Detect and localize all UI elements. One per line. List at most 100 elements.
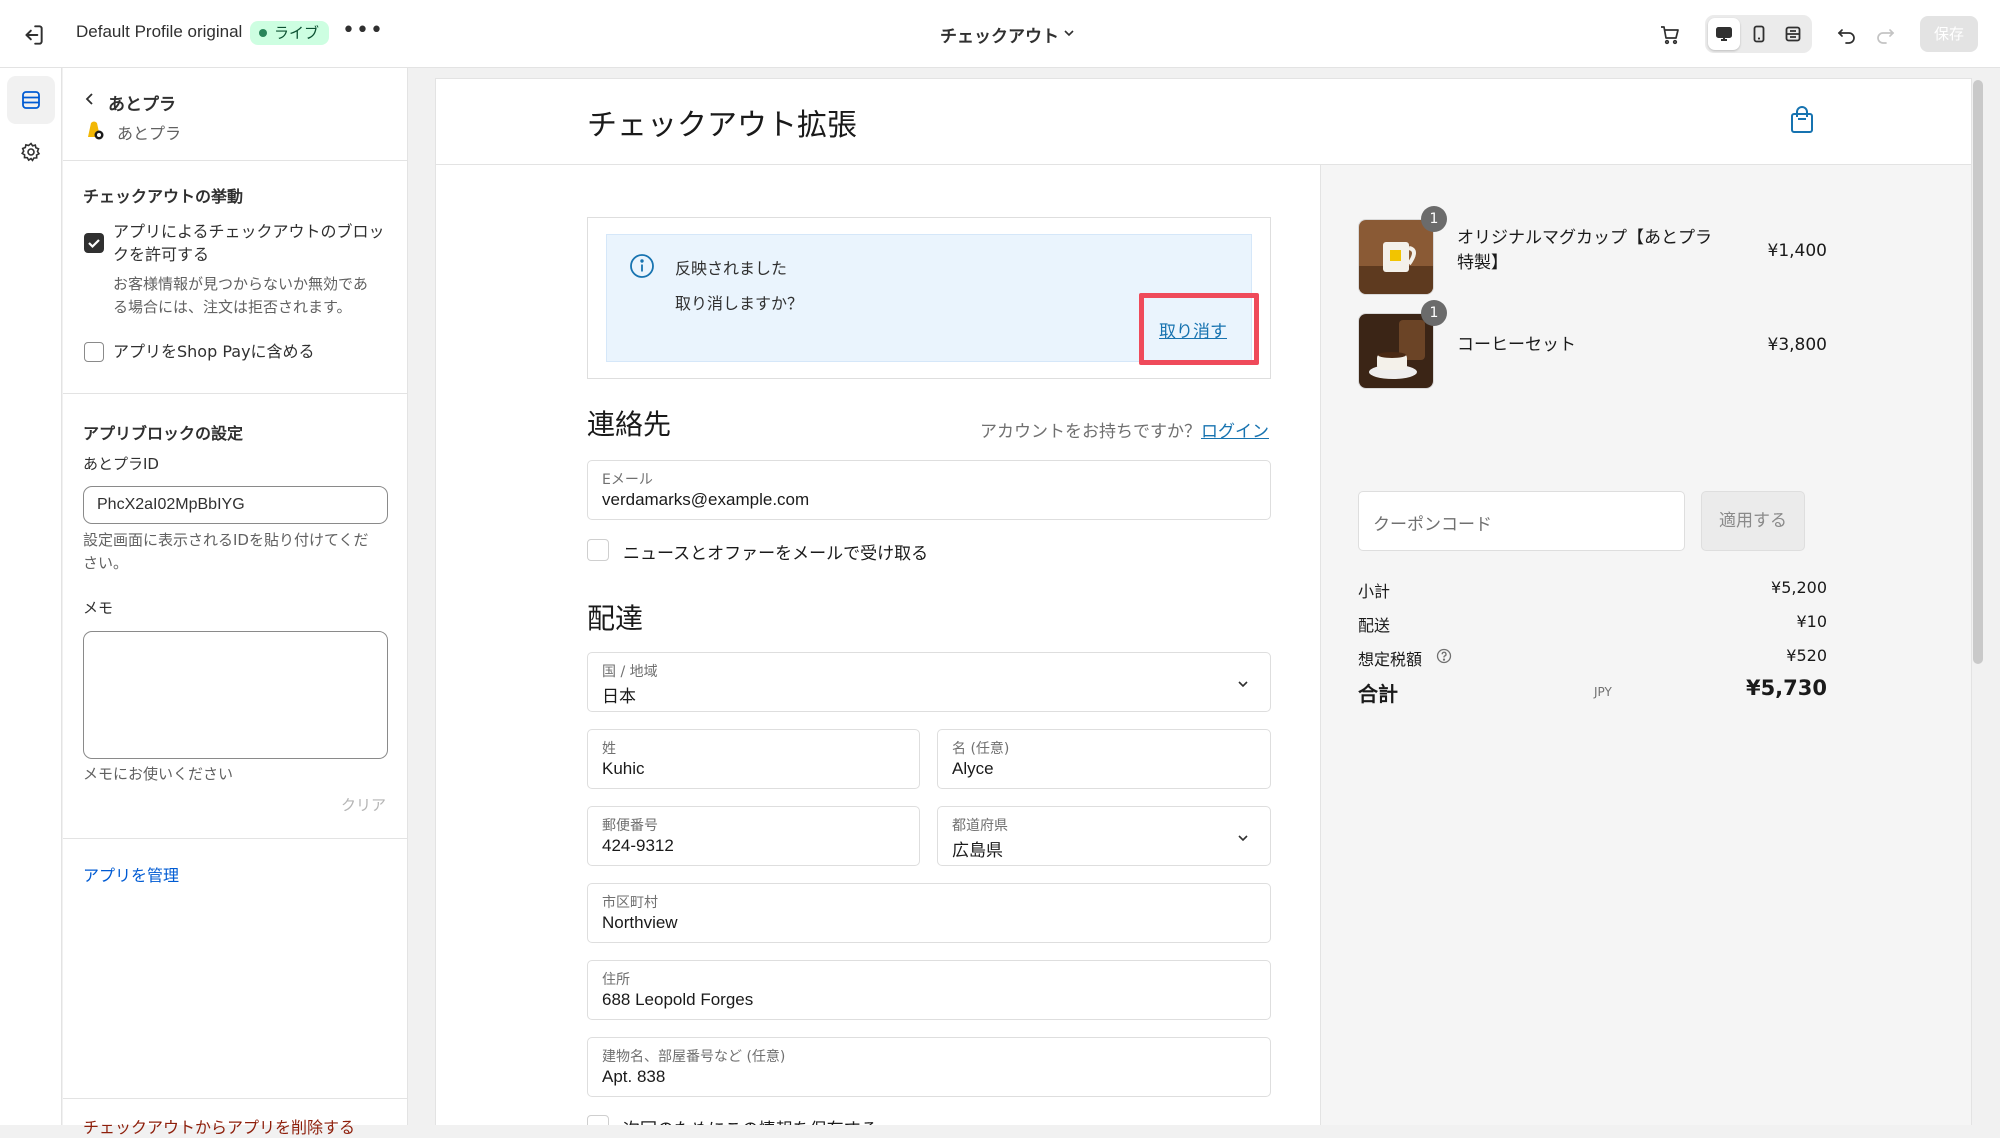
device-preview-switcher bbox=[1705, 15, 1812, 53]
mobile-view-button[interactable] bbox=[1743, 18, 1775, 50]
building-field[interactable]: 建物名、部屋番号など (任意) Apt. 838 bbox=[587, 1037, 1271, 1097]
city-label: 市区町村 bbox=[602, 895, 658, 911]
undo-icon[interactable] bbox=[1836, 23, 1858, 45]
apply-coupon-button[interactable]: 適用する bbox=[1701, 491, 1805, 551]
sections-tab[interactable] bbox=[7, 76, 55, 124]
total-currency: JPY bbox=[1594, 685, 1612, 699]
divider bbox=[63, 838, 408, 839]
prefecture-label: 都道府県 bbox=[952, 818, 1008, 834]
id-help-text-2: さい。 bbox=[83, 554, 129, 572]
desktop-view-button[interactable] bbox=[1708, 18, 1740, 50]
manage-app-link[interactable]: アプリを管理 bbox=[83, 862, 179, 886]
save-info-label: 次回のためにこの情報を保存する bbox=[623, 1115, 878, 1125]
undo-link[interactable]: 取り消す bbox=[1159, 317, 1227, 342]
settings-tab[interactable] bbox=[7, 128, 55, 176]
product-name-coffee: コーヒーセット bbox=[1457, 335, 1576, 355]
checkout-preview: チェックアウト拡張 反映されました 取り消しますか？ 取り消す 連絡先 アカウン… bbox=[435, 78, 1972, 1125]
top-bar: Default Profile original ライブ ••• チェックアウト… bbox=[0, 0, 2000, 68]
theme-profile-name[interactable]: Default Profile original bbox=[76, 22, 242, 42]
order-summary: 1 オリジナルマグカップ【あとプラ 特製】 ¥1,400 1 コーヒーセット ¥… bbox=[1320, 165, 1971, 1125]
divider bbox=[63, 160, 408, 161]
chevron-down-icon[interactable] bbox=[1062, 26, 1076, 40]
shopping-bag-icon[interactable] bbox=[1789, 105, 1815, 135]
product-image-mug bbox=[1358, 219, 1434, 295]
memo-textarea[interactable] bbox=[83, 631, 388, 759]
contact-heading: 連絡先 bbox=[587, 408, 672, 441]
coupon-input[interactable]: クーポンコード bbox=[1358, 491, 1685, 551]
allow-blocking-checkbox[interactable] bbox=[84, 233, 104, 253]
include-shop-pay-label: アプリをShop Payに含める bbox=[113, 342, 315, 361]
newsletter-label: ニュースとオファーをメールで受け取る bbox=[623, 544, 929, 564]
cart-icon[interactable] bbox=[1658, 23, 1682, 47]
app-id-input[interactable]: PhcX2aI02MpBbIYG bbox=[83, 486, 388, 524]
delivery-heading: 配達 bbox=[587, 602, 644, 635]
address-field[interactable]: 住所 688 Leopold Forges bbox=[587, 960, 1271, 1020]
subtotal-value: ¥5,200 bbox=[1771, 578, 1827, 597]
clear-button[interactable]: クリア bbox=[341, 794, 386, 815]
store-title: チェックアウト拡張 bbox=[587, 108, 857, 143]
info-banner: 反映されました 取り消しますか？ 取り消す bbox=[606, 234, 1259, 365]
back-icon[interactable] bbox=[83, 92, 97, 106]
postal-code-field[interactable]: 郵便番号 424-9312 bbox=[587, 806, 920, 866]
app-extension-block: 反映されました 取り消しますか？ 取り消す bbox=[587, 217, 1271, 379]
memo-label: メモ bbox=[83, 599, 114, 617]
account-prompt-text: アカウントをお持ちですか？ bbox=[980, 422, 1201, 442]
newsletter-checkbox[interactable] bbox=[587, 539, 609, 561]
id-field-label: あとプラID bbox=[83, 455, 159, 473]
country-label: 国 / 地域 bbox=[602, 664, 658, 680]
country-value: 日本 bbox=[602, 687, 636, 707]
sections-icon bbox=[22, 91, 40, 109]
product-name-mug: オリジナルマグカップ【あとプラ bbox=[1457, 228, 1712, 248]
account-prompt: アカウントをお持ちですか？ログイン bbox=[980, 417, 1269, 442]
gear-icon bbox=[21, 142, 41, 162]
postal-code-value: 424-9312 bbox=[602, 836, 674, 855]
quantity-badge: 1 bbox=[1421, 300, 1447, 326]
last-name-field[interactable]: 姓 Kuhic bbox=[587, 729, 920, 789]
total-label: 合計 bbox=[1358, 682, 1398, 706]
coffee-photo bbox=[1359, 314, 1433, 388]
exit-icon[interactable] bbox=[20, 22, 46, 48]
coupon-placeholder: クーポンコード bbox=[1373, 515, 1492, 535]
include-shop-pay-checkbox[interactable] bbox=[84, 342, 104, 362]
banner-message: 反映されました bbox=[675, 259, 788, 278]
product-name-mug-2: 特製】 bbox=[1457, 253, 1508, 273]
info-icon bbox=[630, 254, 654, 278]
allow-blocking-help: お客様情報が見つからないか無効であ bbox=[113, 275, 368, 293]
save-button[interactable]: 保存 bbox=[1920, 16, 1978, 52]
email-field[interactable]: Eメール verdamarks@example.com bbox=[587, 460, 1271, 520]
mug-photo bbox=[1359, 220, 1433, 294]
editor-side-rail bbox=[0, 68, 62, 1125]
last-name-label: 姓 bbox=[602, 741, 616, 757]
allow-blocking-help-2: る場合には、注文は拒否されます。 bbox=[113, 298, 352, 316]
login-link[interactable]: ログイン bbox=[1201, 422, 1269, 442]
product-price: ¥1,400 bbox=[1767, 241, 1827, 261]
save-info-checkbox[interactable] bbox=[587, 1115, 609, 1125]
fullscreen-icon bbox=[1785, 26, 1801, 42]
address-label: 住所 bbox=[602, 972, 630, 988]
chevron-down-icon bbox=[1238, 681, 1248, 688]
remove-app-link[interactable]: チェックアウトからアプリを削除する bbox=[83, 1114, 355, 1138]
first-name-label: 名 (任意) bbox=[952, 741, 1010, 757]
desktop-icon bbox=[1716, 27, 1732, 41]
fullscreen-view-button[interactable] bbox=[1777, 18, 1809, 50]
product-price: ¥3,800 bbox=[1767, 335, 1827, 355]
preview-scrollbar[interactable] bbox=[1973, 80, 1983, 664]
prefecture-select[interactable]: 都道府県 広島県 bbox=[937, 806, 1271, 866]
city-value: Northview bbox=[602, 913, 678, 932]
prefecture-value: 広島県 bbox=[952, 841, 1003, 861]
first-name-field[interactable]: 名 (任意) Alyce bbox=[937, 729, 1271, 789]
city-field[interactable]: 市区町村 Northview bbox=[587, 883, 1271, 943]
app-block-settings-heading: アプリブロックの設定 bbox=[83, 424, 244, 443]
more-actions-button[interactable]: ••• bbox=[342, 18, 384, 43]
divider bbox=[63, 1098, 408, 1099]
app-subtitle: あとプラ bbox=[117, 124, 182, 143]
help-circle-icon[interactable] bbox=[1436, 648, 1452, 664]
subtotal-label: 小計 bbox=[1358, 582, 1391, 601]
product-image-coffee bbox=[1358, 313, 1434, 389]
building-value: Apt. 838 bbox=[602, 1067, 666, 1086]
redo-icon[interactable] bbox=[1874, 23, 1896, 45]
allow-blocking-label: アプリによるチェックアウトのブロッ bbox=[113, 222, 385, 241]
page-selector[interactable]: チェックアウト bbox=[940, 22, 1059, 47]
country-select[interactable]: 国 / 地域 日本 bbox=[587, 652, 1271, 712]
app-settings-panel: あとプラ あとプラ チェックアウトの挙動 アプリによるチェックアウトのブロッ ク… bbox=[63, 68, 408, 1137]
